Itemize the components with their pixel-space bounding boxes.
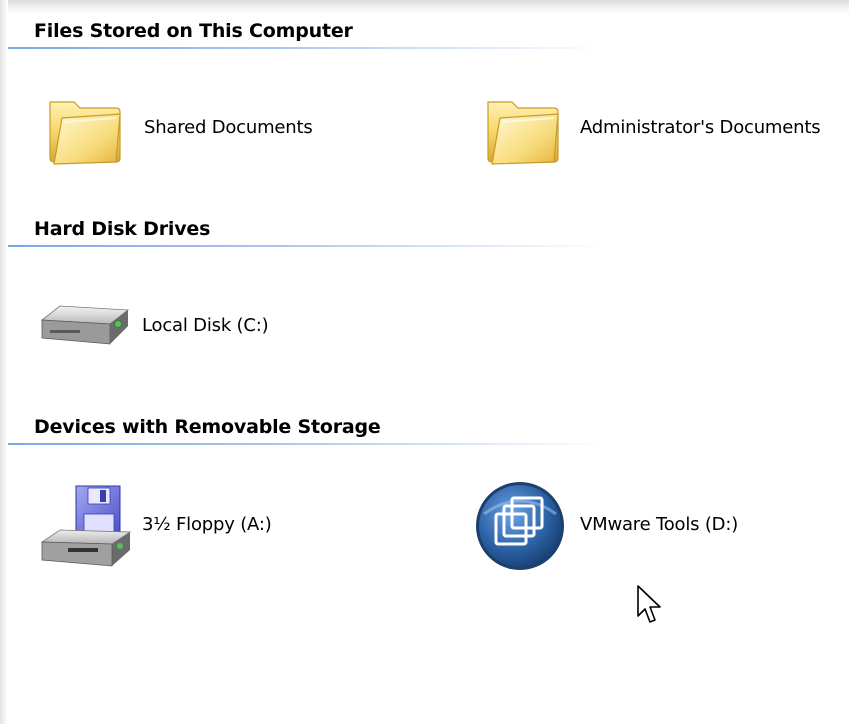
item-label: Shared Documents bbox=[144, 117, 313, 138]
group-divider bbox=[8, 245, 608, 247]
folder-icon bbox=[487, 101, 559, 165]
folder-icon bbox=[49, 101, 121, 165]
item-vmware-tools-d[interactable]: VMware Tools (D:) bbox=[474, 478, 794, 570]
group-header-hard-disk-drives: Hard Disk Drives bbox=[34, 218, 211, 240]
floppy-drive-icon bbox=[40, 485, 132, 567]
item-floppy-a[interactable]: 3½ Floppy (A:) bbox=[38, 484, 338, 574]
group-divider bbox=[8, 47, 608, 49]
mouse-pointer-icon bbox=[637, 585, 661, 623]
hard-disk-icon bbox=[40, 305, 130, 345]
item-label: 3½ Floppy (A:) bbox=[142, 514, 272, 535]
item-label: VMware Tools (D:) bbox=[580, 514, 739, 535]
vmware-cd-icon bbox=[476, 482, 564, 570]
item-local-disk-c[interactable]: Local Disk (C:) bbox=[38, 294, 338, 384]
item-shared-documents[interactable]: Shared Documents bbox=[44, 92, 344, 182]
left-shadow bbox=[0, 0, 8, 724]
top-shadow bbox=[0, 0, 849, 14]
item-administrators-documents[interactable]: Administrator's Documents bbox=[482, 92, 842, 182]
group-divider bbox=[8, 443, 608, 445]
group-header-files-stored: Files Stored on This Computer bbox=[34, 20, 353, 42]
my-computer-view: Files Stored on This Computer Shared Doc… bbox=[0, 0, 849, 724]
item-label: Administrator's Documents bbox=[580, 117, 821, 138]
group-header-removable-storage: Devices with Removable Storage bbox=[34, 416, 381, 438]
item-label: Local Disk (C:) bbox=[142, 315, 269, 336]
